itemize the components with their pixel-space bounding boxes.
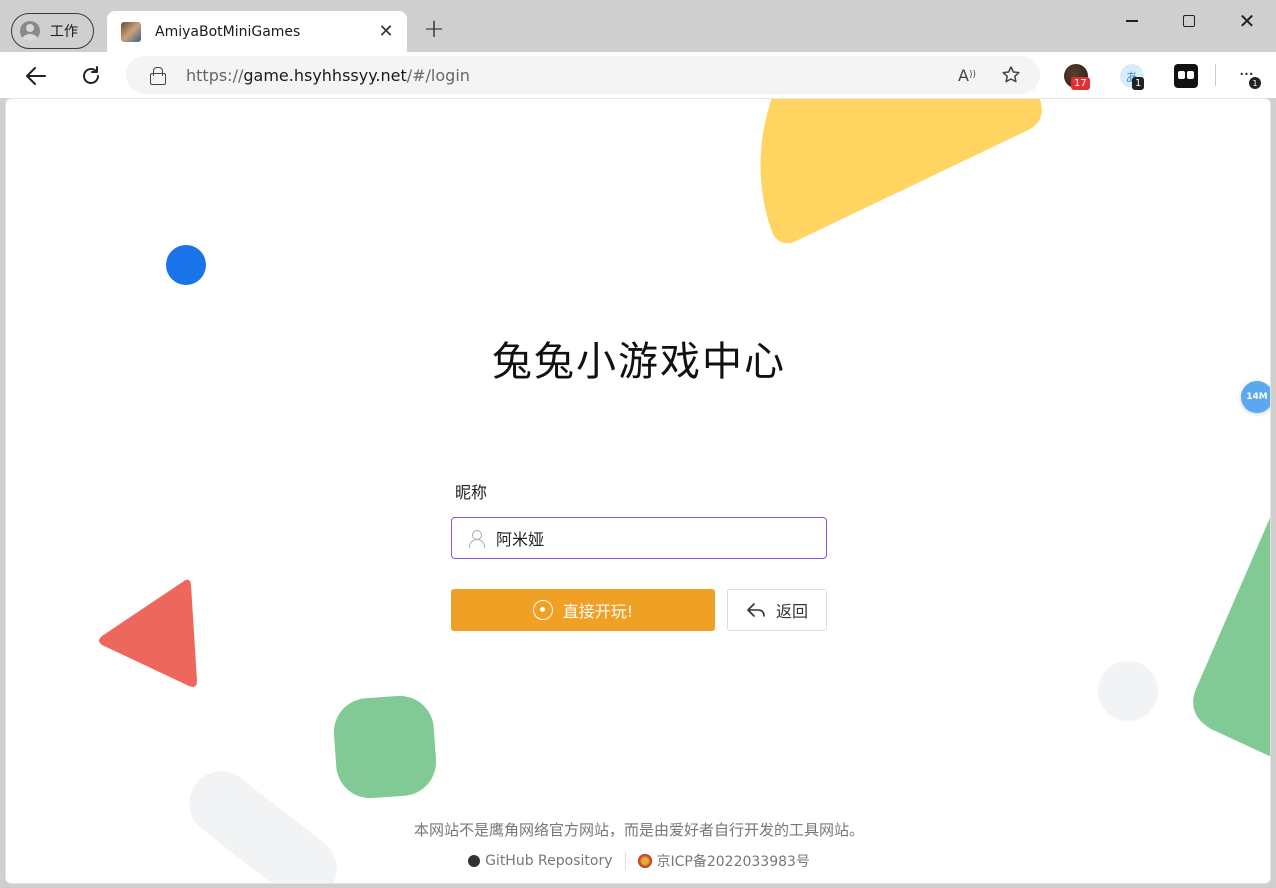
- github-link-label: GitHub Repository: [485, 853, 613, 869]
- play-now-button[interactable]: 直接开玩!: [451, 589, 715, 631]
- minimize-icon: [1126, 20, 1138, 22]
- play-now-label: 直接开玩!: [562, 602, 634, 621]
- back-label: 返回: [775, 602, 808, 621]
- profile-label: 工作: [50, 24, 78, 40]
- beian-emblem-icon: [637, 854, 652, 868]
- page-viewport: 兔兔小游戏中心 昵称 阿米娅 直接开玩! 返回 本网站不是鹰角网络官方网站，而是…: [5, 98, 1271, 884]
- extension-badge-count: 1: [1132, 77, 1145, 90]
- tab-close-icon[interactable]: ✕: [373, 19, 399, 45]
- footer-divider: [624, 852, 626, 870]
- user-icon: [468, 529, 485, 548]
- profile-avatar-icon: [20, 21, 40, 41]
- profile-button[interactable]: 工作: [11, 13, 94, 49]
- decor-green-square: [331, 693, 439, 801]
- github-icon: [468, 855, 481, 867]
- github-link[interactable]: GitHub Repository: [468, 853, 613, 869]
- maximize-icon: [1183, 15, 1195, 27]
- lock-icon[interactable]: [150, 67, 166, 85]
- decor-gray-circle: [1098, 661, 1158, 721]
- url-host: game.hsyhhssyy.net: [243, 65, 407, 85]
- tab-favicon-icon: [121, 21, 141, 42]
- icp-link-label: 京ICP备2022033983号: [656, 854, 810, 870]
- disclaimer-text: 本网站不是鹰角网络官方网站，而是由爱好者自行开发的工具网站。: [413, 821, 864, 839]
- tab-title: AmiyaBotMiniGames: [155, 23, 301, 40]
- reload-icon[interactable]: [75, 60, 107, 92]
- footer-links: GitHub Repository 京ICP备2022033983号: [6, 851, 1270, 871]
- reply-arrow-icon: [747, 603, 765, 617]
- read-aloud-icon[interactable]: A)): [952, 60, 982, 90]
- window-close-button[interactable]: ✕: [1225, 6, 1269, 36]
- icp-link[interactable]: 京ICP备2022033983号: [637, 851, 810, 871]
- back-arrow-icon[interactable]: [20, 60, 52, 92]
- form-actions: 直接开玩! 返回: [451, 589, 827, 631]
- tab-strip: 工作 AmiyaBotMiniGames ✕ + ✕: [0, 0, 1276, 52]
- login-form: 昵称 阿米娅 直接开玩! 返回: [451, 479, 827, 631]
- more-menu-badge: 1: [1249, 77, 1261, 89]
- active-tab[interactable]: AmiyaBotMiniGames ✕: [107, 11, 407, 52]
- url-text[interactable]: https://game.hsyhhssyy.net/#/login: [186, 66, 952, 85]
- extension-badge-count: 17: [1071, 77, 1090, 90]
- toolbar-divider: [1215, 64, 1216, 86]
- decor-green-triangle: [1193, 517, 1270, 757]
- address-bar[interactable]: https://game.hsyhhssyy.net/#/login A)): [126, 56, 1040, 94]
- favorite-star-icon[interactable]: [996, 60, 1026, 90]
- floating-memory-badge[interactable]: 14M: [1241, 381, 1270, 413]
- decor-yellow-shape: [760, 99, 1042, 244]
- extension-tampermonkey-icon[interactable]: [1174, 64, 1198, 88]
- nickname-input[interactable]: 阿米娅: [451, 517, 827, 559]
- new-tab-button[interactable]: +: [420, 14, 448, 44]
- page-title: 兔兔小游戏中心: [492, 339, 786, 385]
- nickname-value: 阿米娅: [496, 530, 545, 549]
- decor-blue-circle: [166, 245, 206, 285]
- window-minimize-button[interactable]: [1110, 6, 1154, 36]
- nickname-label: 昵称: [455, 483, 488, 502]
- window-maximize-button[interactable]: [1167, 6, 1211, 36]
- decor-red-triangle: [99, 579, 197, 687]
- browser-toolbar: https://game.hsyhhssyy.net/#/login A)) あ: [0, 52, 1276, 98]
- url-prefix: https://: [186, 65, 244, 85]
- back-button[interactable]: 返回: [727, 589, 827, 631]
- url-path: /#/login: [406, 65, 470, 85]
- game-icon: [532, 600, 553, 620]
